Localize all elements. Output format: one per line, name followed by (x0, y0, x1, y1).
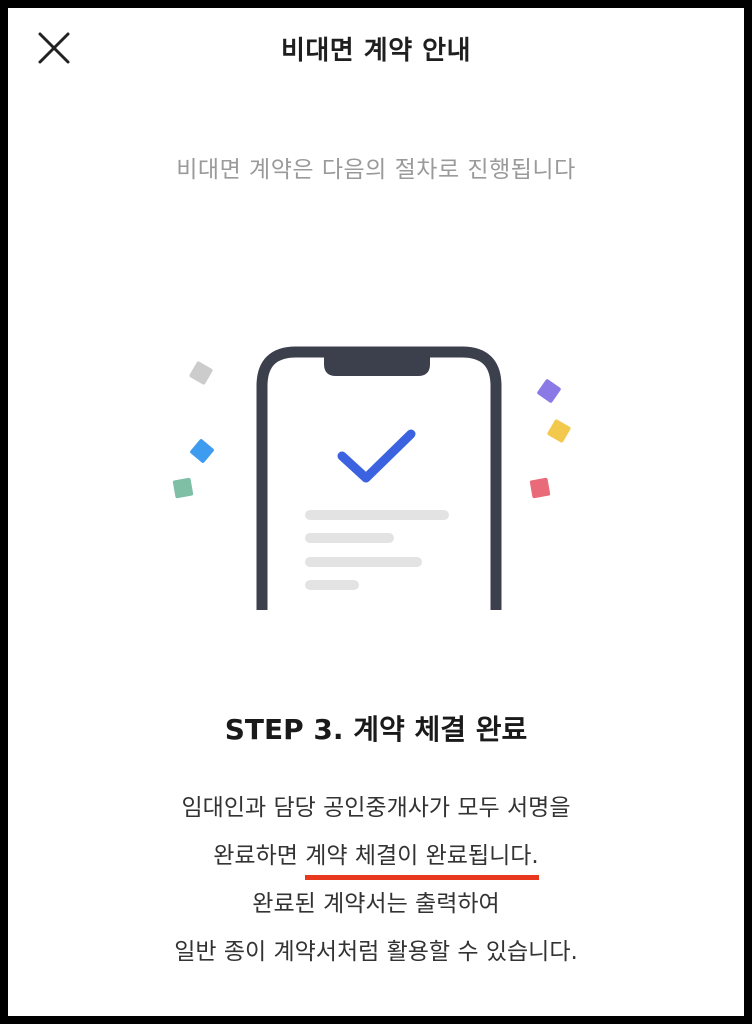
confetti-pink (529, 477, 551, 499)
text-line (305, 557, 422, 567)
confetti-green (172, 477, 194, 499)
modal: 비대면 계약 안내 비대면 계약은 다음의 절차로 진행됩니다 STEP 3. … (8, 8, 744, 1016)
text-line (305, 533, 394, 543)
confetti-purple (537, 379, 561, 403)
step-title: STEP 3. 계약 체결 완료 (224, 713, 528, 746)
description-line-2: 완료하면 계약 체결이 완료됩니다. (8, 832, 744, 880)
highlight-text: 계약 체결이 완료됩니다. (305, 839, 539, 880)
step-description: 임대인과 담당 공인중개사가 모두 서명을 완료하면 계약 체결이 완료됩니다.… (8, 784, 744, 976)
intro-text: 비대면 계약은 다음의 절차로 진행됩니다 (176, 157, 576, 183)
description-line-4: 일반 종이 계약서처럼 활용할 수 있습니다. (174, 939, 578, 965)
phone-frame (256, 346, 502, 610)
confetti-yellow (547, 419, 571, 443)
page-title: 비대면 계약 안내 (280, 36, 472, 66)
text-line (305, 510, 449, 520)
text-line (305, 580, 359, 590)
description-line-1: 임대인과 담당 공인중개사가 모두 서명을 (181, 795, 571, 821)
header: 비대면 계약 안내 (8, 8, 744, 88)
phone-check-illustration (8, 338, 744, 618)
description-line-3: 완료된 계약서는 출력하여 (252, 891, 500, 917)
confetti-gray (189, 361, 213, 385)
confetti-blue (190, 439, 214, 463)
phone-notch (324, 352, 430, 376)
description-line-2-prefix: 완료하면 (213, 843, 306, 869)
